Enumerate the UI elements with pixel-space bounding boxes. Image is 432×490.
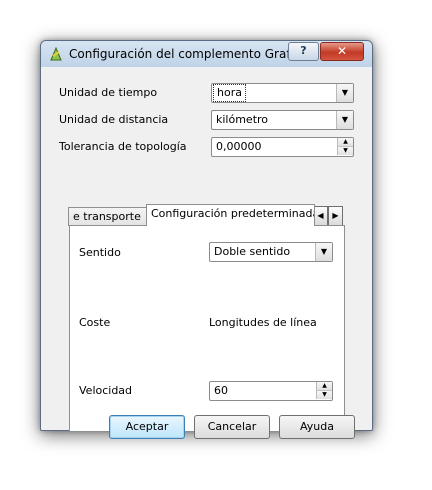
plugin-settings-dialog: Configuración del complemento Grafos... … [40,40,373,439]
cost-label: Coste [79,316,111,329]
direction-value: Doble sentido [214,245,291,258]
title-bar[interactable]: Configuración del complemento Grafos... … [41,41,372,67]
spin-up-icon[interactable]: ▲ [337,138,353,147]
default-settings-panel: Sentido Doble sentido ▼ Coste Longitudes… [69,225,345,432]
spin-down-icon[interactable]: ▼ [316,391,332,399]
window-title: Configuración del complemento Grafos... [69,47,301,61]
speed-value: 60 [214,384,228,397]
direction-select[interactable]: Doble sentido ▼ [209,242,333,262]
help-title-button[interactable]: ? [288,42,319,61]
dialog-body: Unidad de tiempo hora ▼ Unidad de distan… [49,67,364,439]
cancel-button[interactable]: Cancelar [194,415,270,439]
speed-spinbox[interactable]: 60 ▲ ▼ [209,381,333,401]
help-button[interactable]: Ayuda [279,415,355,439]
spin-up-icon[interactable]: ▲ [316,382,332,391]
distance-unit-label: Unidad de distancia [59,113,169,126]
tab-scroll-left-icon[interactable]: ◀ [313,206,328,226]
time-unit-label: Unidad de tiempo [59,86,158,99]
cost-value: Longitudes de línea [209,316,317,329]
chevron-down-icon[interactable]: ▼ [336,84,353,102]
time-unit-select[interactable]: hora ▼ [211,83,354,103]
distance-unit-select[interactable]: kilómetro ▼ [211,110,354,130]
topology-tolerance-spinbox[interactable]: 0,00000 ▲ ▼ [211,137,354,157]
accept-button[interactable]: Aceptar [109,415,185,439]
distance-unit-value: kilómetro [216,113,269,126]
qgis-plugin-icon [50,46,62,61]
topology-tolerance-label: Tolerancia de topología [59,140,187,153]
tab-transport[interactable]: e transporte [68,207,150,226]
chevron-down-icon[interactable]: ▼ [315,243,332,261]
time-unit-value: hora [213,84,246,102]
topology-tolerance-value: 0,00000 [216,140,262,153]
direction-label: Sentido [79,246,121,259]
tab-default-settings[interactable]: Configuración predeterminada [146,204,315,226]
tab-scroll-right-icon[interactable]: ▶ [328,206,343,226]
spin-down-icon[interactable]: ▼ [337,147,353,155]
speed-label: Velocidad [79,384,133,397]
close-button[interactable]: ✕ [320,42,364,61]
chevron-down-icon[interactable]: ▼ [336,111,353,129]
